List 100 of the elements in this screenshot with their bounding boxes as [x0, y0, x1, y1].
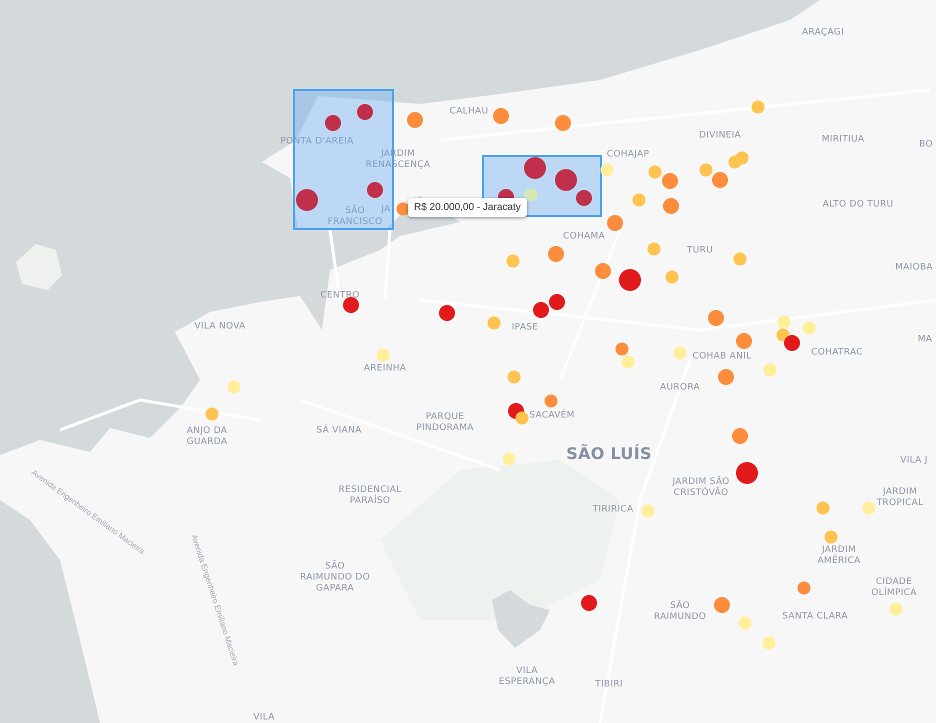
data-point-marker[interactable]	[738, 616, 752, 630]
neighborhood-label: JARDIM TROPICAL	[876, 487, 924, 509]
data-point-marker[interactable]	[718, 369, 734, 385]
data-point-marker[interactable]	[576, 190, 592, 206]
data-point-marker[interactable]	[508, 370, 520, 384]
data-point-marker[interactable]	[732, 428, 748, 444]
data-point-marker[interactable]	[714, 597, 730, 613]
data-point-marker[interactable]	[439, 305, 455, 321]
data-point-marker[interactable]	[619, 269, 641, 291]
data-point-marker[interactable]	[502, 452, 516, 466]
data-point-marker[interactable]	[549, 294, 565, 310]
neighborhood-label: JARDIM AMÉRICA	[816, 545, 862, 567]
neighborhood-label: BO	[919, 140, 933, 150]
data-point-marker[interactable]	[296, 189, 318, 211]
neighborhood-label: SANTA CLARA	[782, 612, 848, 622]
neighborhood-label: COHAMA	[563, 232, 605, 242]
data-point-marker[interactable]	[555, 169, 577, 191]
data-point-marker[interactable]	[816, 502, 830, 514]
data-point-marker[interactable]	[376, 348, 390, 362]
data-point-marker[interactable]	[206, 408, 218, 420]
data-point-marker[interactable]	[700, 164, 712, 176]
data-point-marker[interactable]	[736, 462, 758, 484]
data-point-marker[interactable]	[516, 412, 528, 424]
neighborhood-label: VILA J	[900, 456, 928, 466]
data-point-marker[interactable]	[607, 215, 623, 231]
neighborhood-label: JARDIM SÃO CRISTÓVÃO	[671, 477, 731, 499]
data-point-marker[interactable]	[862, 502, 876, 514]
data-point-marker[interactable]	[734, 252, 746, 266]
data-point-marker[interactable]	[802, 322, 816, 334]
neighborhood-label: COHAB ANIL	[692, 352, 752, 362]
data-point-marker[interactable]	[544, 394, 558, 408]
data-point-marker[interactable]	[357, 104, 373, 120]
neighborhood-label: MIRITIUA	[822, 134, 864, 146]
neighborhood-label: VILA NOVA	[194, 322, 246, 332]
neighborhood-label: TIBIRI	[595, 680, 623, 690]
data-point-marker[interactable]	[666, 270, 678, 284]
neighborhood-label: IPASE	[512, 322, 538, 334]
lake-drawing	[492, 590, 550, 648]
island-drawing	[16, 244, 62, 290]
data-point-marker[interactable]	[784, 335, 800, 351]
data-point-marker[interactable]	[616, 342, 628, 356]
neighborhood-label: SÁ VIANA	[316, 426, 362, 436]
neighborhood-label: VILA	[253, 712, 275, 723]
neighborhood-label: AREINHA	[364, 364, 406, 374]
data-point-marker[interactable]	[228, 380, 240, 394]
neighborhood-label: ALTO DO TURU	[822, 200, 894, 210]
data-point-marker[interactable]	[674, 346, 686, 360]
neighborhood-label: CIDADE OLÍMPICA	[870, 577, 918, 599]
data-point-marker[interactable]	[407, 112, 423, 128]
data-point-marker[interactable]	[506, 254, 520, 268]
neighborhood-label: MA	[918, 334, 932, 346]
data-point-marker[interactable]	[648, 166, 662, 178]
neighborhood-label: JA	[381, 204, 391, 216]
data-point-marker[interactable]	[764, 364, 776, 376]
data-point-marker[interactable]	[325, 115, 341, 131]
neighborhood-label: SÃO RAIMUNDO DO GAPARA	[300, 562, 370, 594]
data-point-marker[interactable]	[662, 173, 678, 189]
neighborhood-label: CALHAU	[450, 106, 488, 118]
city-label: SÃO LUÍS	[566, 445, 652, 463]
neighborhood-label: SACAVÉM	[529, 410, 575, 422]
neighborhood-label: TIRIRICA	[592, 504, 634, 516]
data-point-marker[interactable]	[555, 115, 571, 131]
data-point-marker[interactable]	[762, 636, 776, 650]
neighborhood-label: AURORA	[660, 382, 700, 394]
data-point-marker[interactable]	[712, 172, 728, 188]
data-point-marker[interactable]	[890, 602, 902, 616]
data-point-marker[interactable]	[648, 242, 660, 256]
neighborhood-label: COHATRAC	[811, 348, 863, 358]
data-point-marker[interactable]	[548, 246, 564, 262]
neighborhood-label: ANJO DA GUARDA	[186, 426, 228, 448]
neighborhood-label: COHAJAP	[606, 150, 650, 160]
data-point-marker[interactable]	[642, 504, 654, 518]
data-point-marker[interactable]	[824, 530, 838, 544]
data-point-marker[interactable]	[752, 100, 764, 114]
data-point-marker[interactable]	[798, 582, 810, 594]
data-point-marker[interactable]	[367, 182, 383, 198]
data-point-marker[interactable]	[396, 202, 410, 216]
data-point-marker[interactable]	[778, 316, 790, 328]
data-point-marker[interactable]	[632, 194, 646, 206]
neighborhood-label: ARAÇAGI	[802, 28, 844, 38]
neighborhood-label: RESIDENCIAL PARAÍSO	[337, 485, 403, 507]
data-point-marker[interactable]	[708, 310, 724, 326]
data-point-marker[interactable]	[736, 333, 752, 349]
data-point-marker[interactable]	[524, 188, 538, 202]
data-point-marker[interactable]	[524, 157, 546, 179]
data-point-marker[interactable]	[493, 108, 509, 124]
data-point-marker[interactable]	[663, 198, 679, 214]
neighborhood-label: PARQUE PINDORAMA	[415, 412, 475, 434]
data-point-marker[interactable]	[533, 302, 549, 318]
data-point-marker[interactable]	[488, 316, 500, 330]
data-point-marker[interactable]	[736, 152, 748, 164]
data-point-marker[interactable]	[600, 164, 614, 176]
data-point-marker[interactable]	[776, 328, 790, 342]
data-point-marker[interactable]	[595, 263, 611, 279]
data-point-marker[interactable]	[343, 297, 359, 313]
neighborhood-label: VILA ESPERANÇA	[498, 666, 556, 688]
neighborhood-label: DIVINEIA	[698, 130, 742, 142]
tooltip: R$ 20.000,00 - Jaracaty	[408, 198, 527, 217]
data-point-marker[interactable]	[622, 356, 634, 368]
data-point-marker[interactable]	[581, 595, 597, 611]
